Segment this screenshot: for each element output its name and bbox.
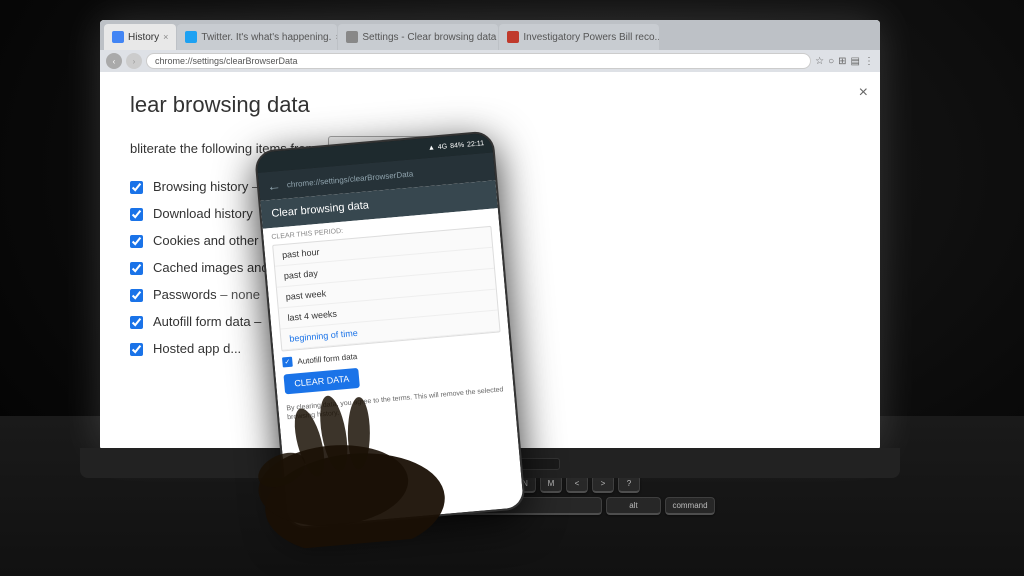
dialog-title: lear browsing data — [130, 92, 850, 118]
hosted-app-checkbox[interactable] — [130, 343, 143, 356]
autofill-label: Autofill form data – — [153, 314, 261, 329]
tab-history[interactable]: History × — [104, 24, 176, 50]
toolbar-icons: ☆ ○ ⊞ ▤ ⋮ — [815, 56, 874, 67]
extensions-icon[interactable]: ⊞ — [838, 56, 846, 67]
cached-images-checkbox[interactable] — [130, 262, 143, 275]
tab-investigatory[interactable]: Investigatory Powers Bill reco... × — [499, 24, 659, 50]
tab-settings-label: Settings - Clear browsing data × — [362, 32, 498, 43]
opera-icon: ○ — [828, 56, 834, 67]
hand-overlay — [240, 309, 538, 553]
phone-time: 22:11 — [467, 140, 485, 148]
dialog-close-button[interactable]: × — [859, 84, 868, 102]
browser-toolbar: ‹ › chrome://settings/clearBrowserData ☆… — [100, 50, 880, 72]
key-command-right: command — [665, 497, 715, 515]
star-icon[interactable]: ☆ — [815, 56, 824, 67]
tab-twitter-close[interactable]: × — [335, 32, 337, 42]
phone-signal-type: 4G — [438, 143, 448, 151]
tab-twitter-favicon — [185, 31, 197, 43]
passwords-meta: – none — [220, 287, 260, 302]
phone-dialog-title: Clear browsing data — [271, 199, 370, 219]
tab-twitter[interactable]: Twitter. It's what's happening. × — [177, 24, 337, 50]
tab-history-favicon — [112, 31, 124, 43]
passwords-checkbox[interactable] — [130, 289, 143, 302]
tab-settings-favicon — [346, 31, 358, 43]
cookies-checkbox[interactable] — [130, 235, 143, 248]
passwords-label: Passwords – none — [153, 287, 260, 302]
phone-status-right: ▲ 4G 84% 22:11 — [428, 140, 485, 152]
browser-tabs[interactable]: History × Twitter. It's what's happening… — [100, 20, 880, 50]
tab-investigatory-favicon — [507, 31, 519, 43]
menu-icon[interactable]: ⋮ — [864, 56, 874, 67]
tab-history-close[interactable]: × — [163, 32, 168, 42]
back-button[interactable]: ‹ — [106, 53, 122, 69]
phone-signal-icon: ▲ — [428, 144, 436, 152]
tab-history-label: History — [128, 32, 159, 43]
phone-container: ▲ 4G 84% 22:11 ← chrome://settings/clear… — [254, 130, 526, 529]
address-text: chrome://settings/clearBrowserData — [155, 56, 298, 66]
hosted-app-label: Hosted app d... — [153, 341, 241, 356]
download-history-label: Download history — [153, 206, 253, 221]
tab-twitter-label: Twitter. It's what's happening. — [201, 32, 331, 43]
browsing-history-checkbox[interactable] — [130, 181, 143, 194]
key-alt-right: alt — [606, 497, 661, 515]
browser-chrome: History × Twitter. It's what's happening… — [100, 20, 880, 72]
autofill-checkbox[interactable] — [130, 316, 143, 329]
tab-investigatory-label: Investigatory Powers Bill reco... — [523, 32, 659, 43]
download-history-checkbox[interactable] — [130, 208, 143, 221]
phone-battery: 84% — [450, 141, 465, 149]
profile-icon[interactable]: ▤ — [851, 56, 860, 67]
address-bar[interactable]: chrome://settings/clearBrowserData — [146, 53, 811, 69]
phone-back-button[interactable]: ← — [266, 177, 281, 194]
forward-button[interactable]: › — [126, 53, 142, 69]
tab-settings[interactable]: Settings - Clear browsing data × — [338, 24, 498, 50]
